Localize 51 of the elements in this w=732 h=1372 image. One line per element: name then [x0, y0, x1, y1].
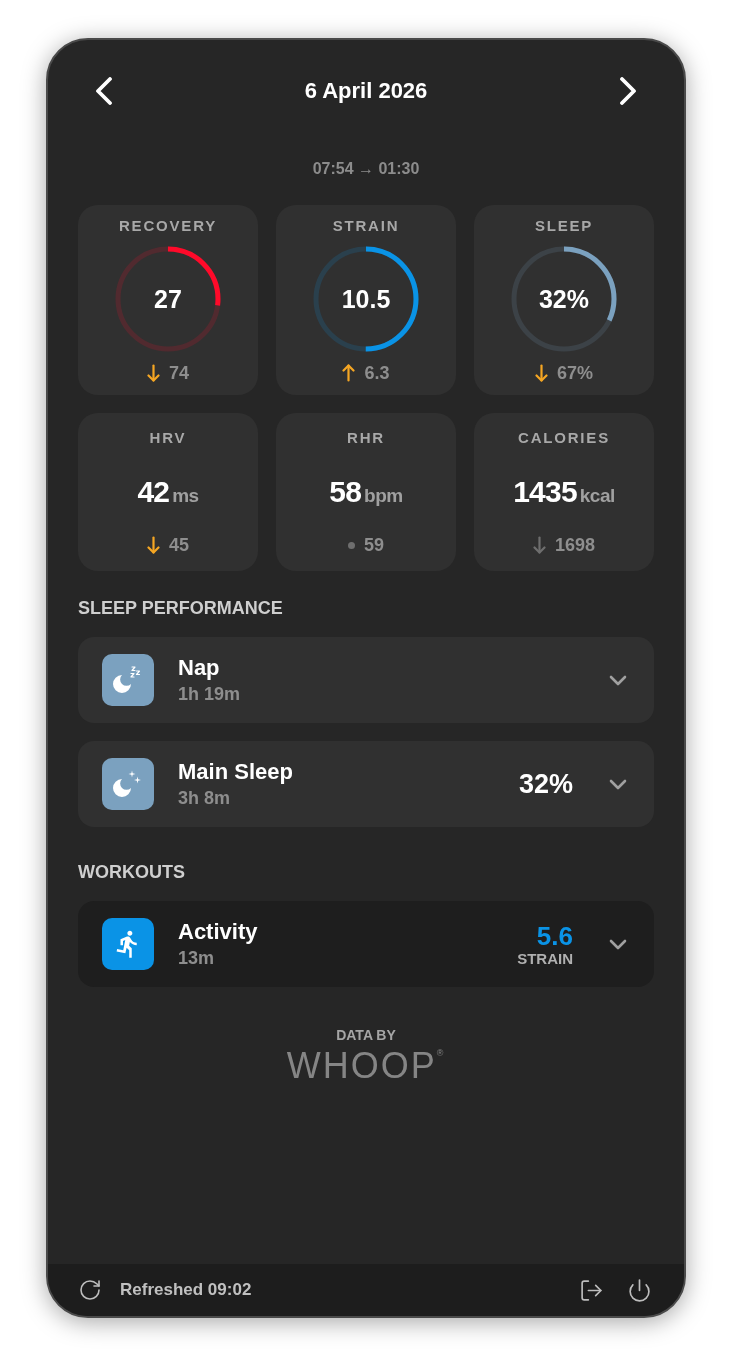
strain-value: 5.6: [536, 921, 573, 950]
sleep-row[interactable]: Nap 1h 19m: [78, 637, 654, 723]
item-duration: 3h 8m: [178, 787, 232, 809]
running-person-icon: [102, 918, 154, 970]
metric-label: HRV: [149, 429, 187, 447]
delta-value: 67%: [557, 362, 593, 384]
delta-value: 74: [169, 362, 189, 384]
item-title: Activity: [178, 919, 258, 945]
stat-value: 42: [137, 475, 170, 509]
chevron-down-icon[interactable]: [609, 778, 627, 790]
logout-icon[interactable]: [579, 1277, 604, 1303]
chevron-right-icon[interactable]: [619, 77, 637, 105]
delta-value: 6.3: [364, 362, 390, 384]
brand-logo: WHOOP$^{®}$: [286, 1046, 446, 1086]
chevron-left-icon[interactable]: [95, 77, 113, 105]
sleep-score: 32%: [518, 769, 573, 799]
refreshed-time: Refreshed 09:02: [120, 1279, 252, 1301]
unit-label: kcal: [579, 485, 615, 507]
metric-label: RECOVERY: [119, 217, 217, 235]
section-heading: WORKOUTS: [78, 861, 186, 883]
metric-label: RHR: [347, 429, 385, 447]
stat-value: 58: [329, 475, 362, 509]
workout-row[interactable]: Activity 13m 5.6 STRAIN: [78, 901, 654, 987]
sleep-row[interactable]: Main Sleep 3h 8m 32%: [78, 741, 654, 827]
item-title: Main Sleep: [178, 759, 293, 785]
item-title: Nap: [178, 655, 221, 681]
moon-zzz-icon: [102, 654, 154, 706]
metric-value: 27: [154, 284, 182, 314]
metric-label: CALORIES: [518, 429, 610, 447]
refresh-icon[interactable]: [78, 1278, 102, 1302]
item-duration: 13m: [178, 947, 216, 969]
moon-stars-icon: [102, 758, 154, 810]
metric-label: STRAIN: [332, 217, 400, 235]
attribution-caption: DATA BY: [336, 1027, 396, 1043]
delta-value: 1698: [554, 534, 595, 556]
delta-value: 59: [364, 534, 384, 556]
item-duration: 1h 19m: [178, 683, 241, 705]
power-icon[interactable]: [627, 1277, 652, 1303]
chevron-down-icon[interactable]: [609, 938, 627, 950]
metric-label: SLEEP: [534, 217, 594, 235]
metric-value: 32%: [538, 284, 589, 314]
unit-label: ms: [172, 485, 199, 507]
time-range: 07:54 → 01:30: [312, 159, 420, 179]
chevron-down-icon[interactable]: [609, 674, 627, 686]
section-heading: SLEEP PERFORMANCE: [78, 597, 284, 619]
date-title: 6 April 2026: [304, 77, 428, 105]
delta-value: 45: [169, 534, 189, 556]
unit-label: bpm: [364, 485, 403, 507]
metric-value: 10.5: [341, 284, 391, 314]
strain-label: STRAIN: [517, 949, 573, 967]
stat-value: 1435: [513, 475, 577, 509]
